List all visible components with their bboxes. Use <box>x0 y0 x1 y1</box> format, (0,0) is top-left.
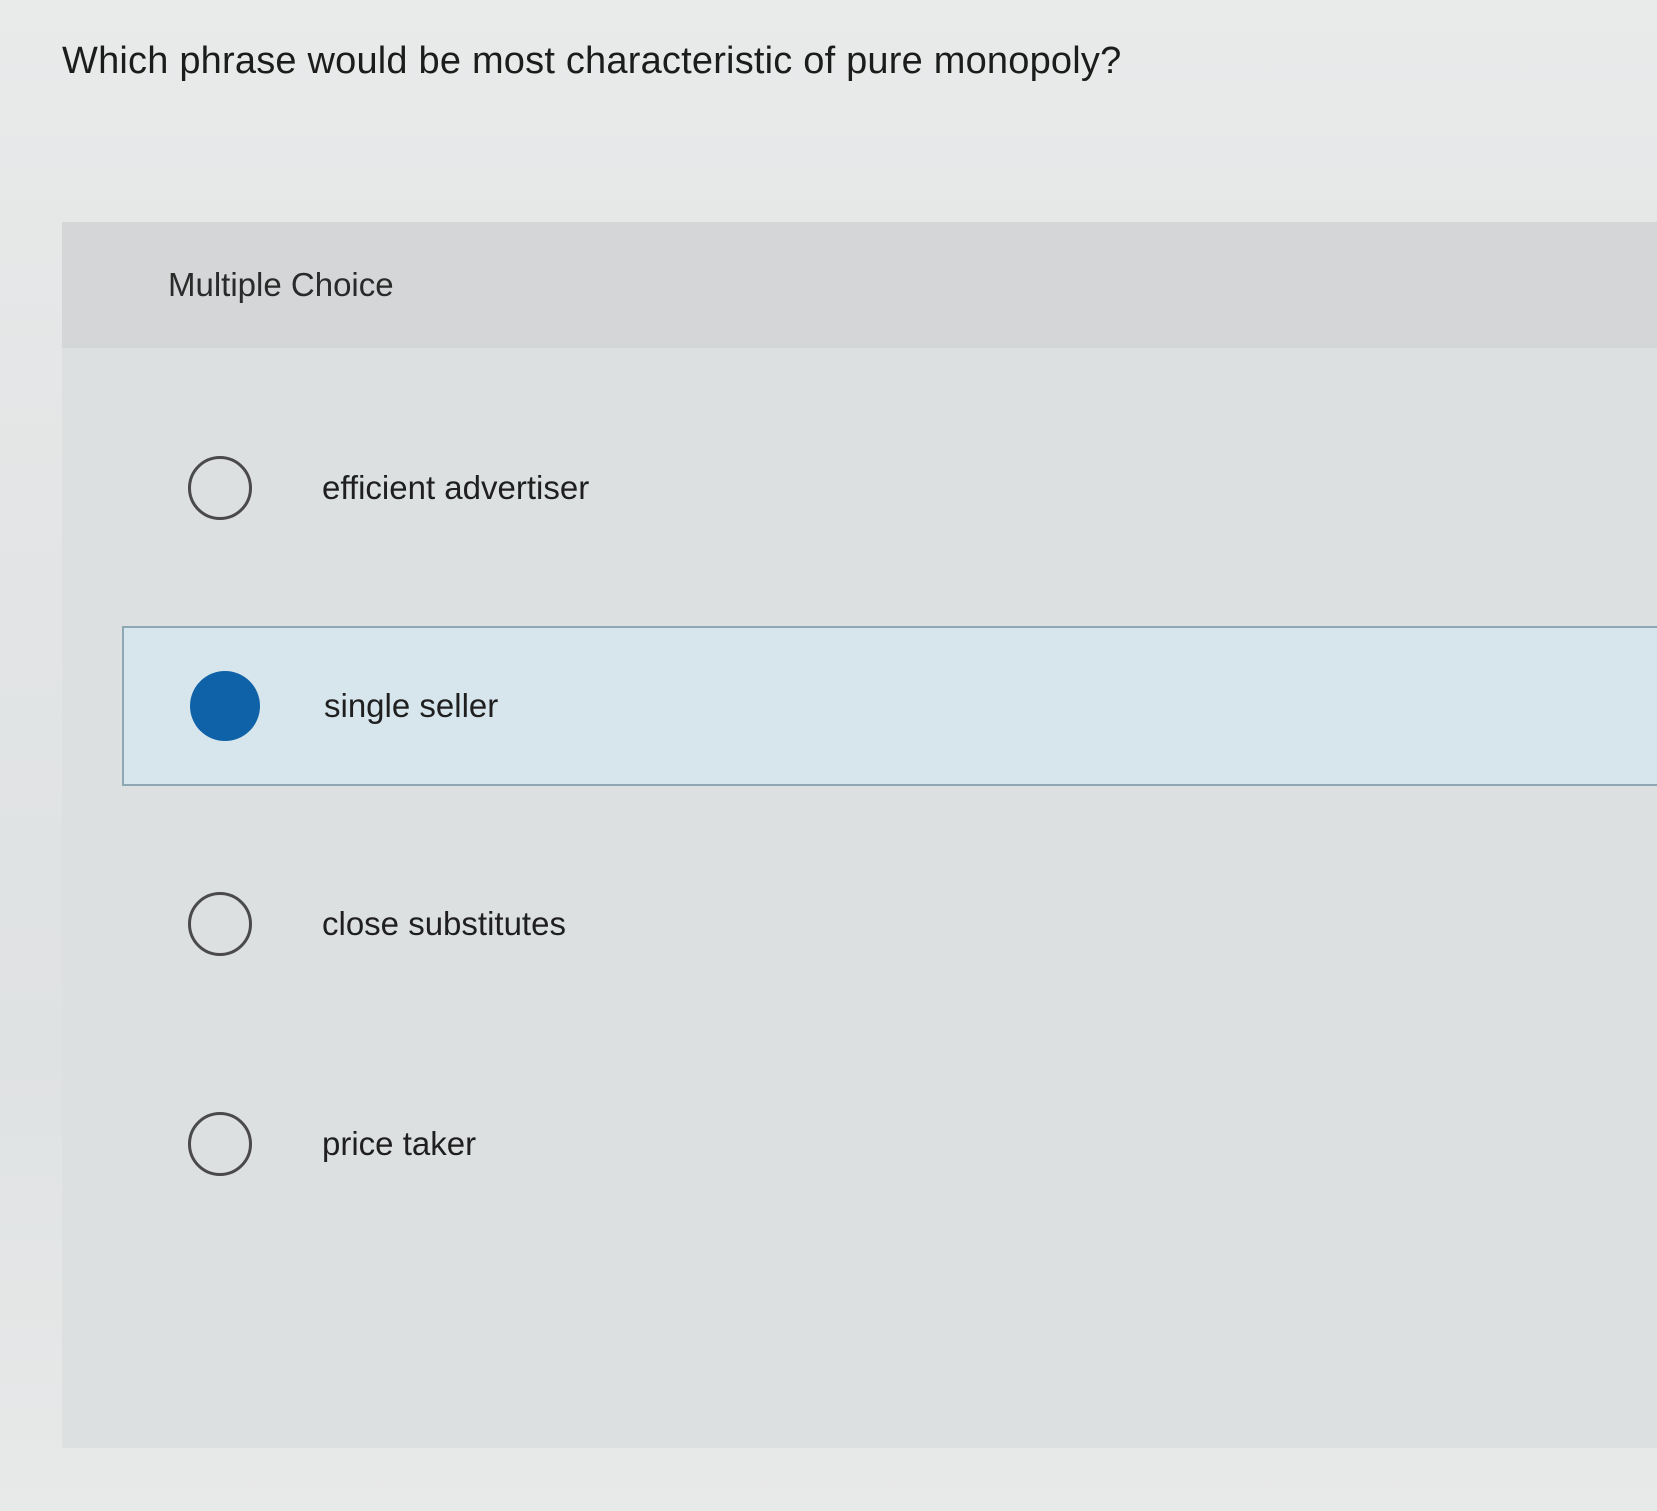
radio-selected-icon[interactable] <box>190 671 260 741</box>
question-text: Which phrase would be most characteristi… <box>62 40 1122 82</box>
choice-option-price-taker[interactable]: price taker <box>122 1064 1657 1224</box>
choice-option-close-substitutes[interactable]: close substitutes <box>122 844 1657 1004</box>
choice-label: single seller <box>324 687 499 724</box>
choice-list: efficient advertiser single seller close… <box>62 348 1657 1448</box>
choice-label: close substitutes <box>322 905 566 942</box>
choice-label: price taker <box>322 1125 477 1162</box>
radio-unselected-icon[interactable] <box>188 1112 252 1176</box>
choice-option-single-seller[interactable]: single seller <box>122 626 1657 786</box>
multiple-choice-header: Multiple Choice <box>62 222 1657 348</box>
choice-option-efficient-advertiser[interactable]: efficient advertiser <box>122 408 1657 568</box>
multiple-choice-label: Multiple Choice <box>168 266 394 303</box>
radio-unselected-icon[interactable] <box>188 892 252 956</box>
radio-unselected-icon[interactable] <box>188 456 252 520</box>
quiz-page: Which phrase would be most characteristi… <box>0 0 1657 1511</box>
choice-label: efficient advertiser <box>322 469 590 506</box>
